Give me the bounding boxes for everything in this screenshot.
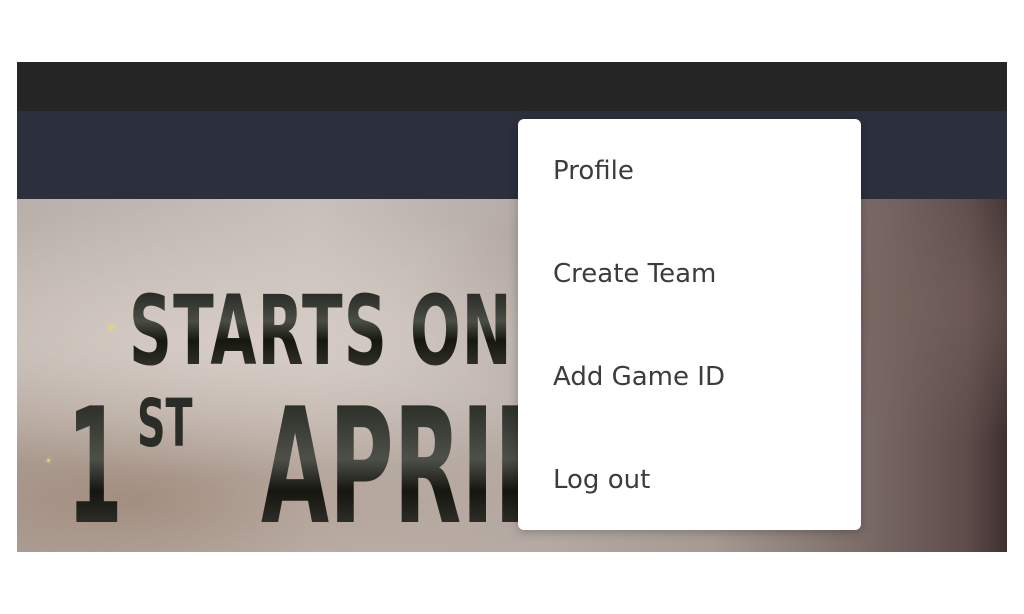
- menu-item-profile[interactable]: Profile: [553, 151, 833, 191]
- menu-item-create-team[interactable]: Create Team: [553, 254, 833, 294]
- spark-decoration: [47, 459, 50, 462]
- hero-date-suffix: ST: [137, 385, 193, 462]
- user-dropdown-menu: Profile Create Team Add Game ID Log out: [518, 119, 861, 530]
- hero-headline: STARTS ON: [129, 275, 513, 387]
- menu-item-add-game-id[interactable]: Add Game ID: [553, 357, 833, 397]
- menu-item-logout[interactable]: Log out: [553, 460, 833, 500]
- spark-decoration: [109, 325, 113, 329]
- top-bar: [17, 62, 1007, 111]
- hero-date-day: 1: [67, 373, 123, 552]
- hero-date-month: APRIL: [261, 373, 551, 552]
